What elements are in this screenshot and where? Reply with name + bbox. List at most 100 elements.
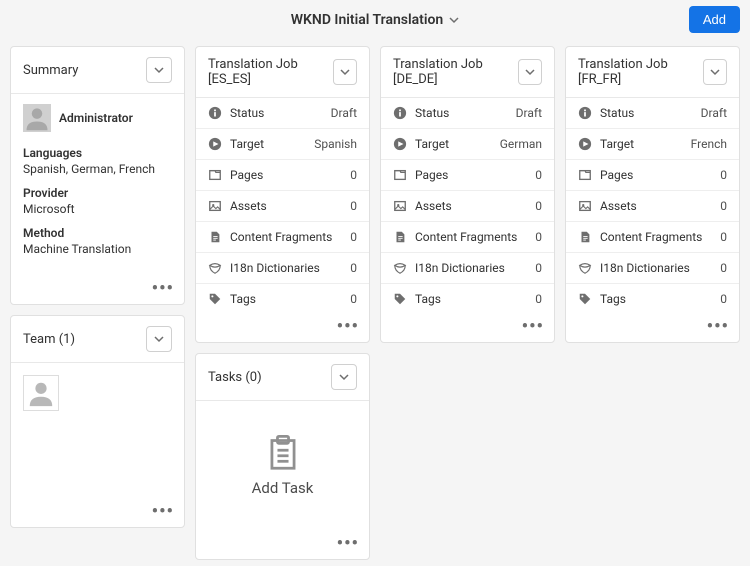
target-icon bbox=[393, 137, 407, 151]
job-collapse-toggle[interactable] bbox=[333, 59, 357, 85]
chevron-down-icon bbox=[710, 67, 720, 77]
tag-icon bbox=[578, 292, 592, 306]
job-row-label: Tags bbox=[230, 292, 256, 306]
chevron-down-icon bbox=[339, 372, 349, 382]
job-row-value: 0 bbox=[720, 199, 727, 213]
job-row: Content Fragments 0 bbox=[566, 222, 739, 253]
target-icon bbox=[578, 137, 592, 151]
job-title: Translation Job [DE_DE] bbox=[393, 57, 518, 87]
job-collapse-toggle[interactable] bbox=[518, 59, 542, 85]
add-task-action[interactable]: Add Task bbox=[196, 401, 369, 531]
cf-icon bbox=[578, 230, 592, 244]
job-row-value: Draft bbox=[701, 106, 727, 120]
summary-card: Summary Administrator Languages Spanish,… bbox=[10, 46, 185, 305]
chevron-down-icon bbox=[340, 67, 350, 77]
team-member-avatar[interactable] bbox=[23, 375, 59, 411]
job-title: Translation Job [FR_FR] bbox=[578, 57, 703, 87]
dict-icon bbox=[393, 261, 407, 275]
job-row-value: 0 bbox=[535, 199, 542, 213]
cf-icon bbox=[208, 230, 222, 244]
job-row-label: Assets bbox=[600, 199, 637, 213]
translation-job-card-es: Translation Job [ES_ES] StatusDraftTarge… bbox=[195, 46, 370, 343]
job-row: Assets 0 bbox=[566, 191, 739, 222]
job-row: Pages0 bbox=[566, 160, 739, 191]
job-row-value: Draft bbox=[516, 106, 542, 120]
tasks-card: Tasks (0) Add Task ••• bbox=[195, 353, 370, 560]
job-row-label: Assets bbox=[230, 199, 267, 213]
job-row-value: 0 bbox=[720, 292, 727, 306]
add-button[interactable]: Add bbox=[689, 6, 740, 33]
job-row: Pages 0 bbox=[196, 160, 369, 191]
job-row-label: I18n Dictionaries bbox=[230, 261, 320, 275]
job-row: Tags 0 bbox=[196, 284, 369, 314]
target-icon bbox=[208, 137, 222, 151]
pages-icon bbox=[578, 168, 592, 182]
job-row: Pages 0 bbox=[381, 160, 554, 191]
job-row: Content Fragments0 bbox=[381, 222, 554, 253]
job-row-label: Status bbox=[230, 106, 264, 120]
job-row-label: Pages bbox=[415, 168, 448, 182]
job-collapse-toggle[interactable] bbox=[703, 59, 727, 85]
tag-icon bbox=[208, 292, 222, 306]
team-card: Team (1) ••• bbox=[10, 315, 185, 528]
job-row: Status Draft bbox=[566, 98, 739, 129]
job-row-label: Tags bbox=[600, 292, 626, 306]
job-row-value: 0 bbox=[350, 292, 357, 306]
job-title: Translation Job [ES_ES] bbox=[208, 57, 333, 87]
add-task-label: Add Task bbox=[252, 479, 314, 497]
team-collapse-toggle[interactable] bbox=[146, 326, 172, 352]
method-value: Machine Translation bbox=[23, 242, 172, 256]
job-row-value: 0 bbox=[350, 230, 357, 244]
assets-icon bbox=[578, 199, 592, 213]
avatar bbox=[23, 104, 51, 132]
job-more-menu[interactable]: ••• bbox=[522, 320, 544, 334]
job-row-value: 0 bbox=[350, 168, 357, 182]
pages-icon bbox=[393, 168, 407, 182]
job-row-label: Tags bbox=[415, 292, 441, 306]
job-row-label: Content Fragments bbox=[600, 230, 702, 244]
job-row-label: Target bbox=[230, 137, 264, 151]
tasks-more-menu[interactable]: ••• bbox=[337, 537, 359, 551]
job-row: Assets0 bbox=[381, 191, 554, 222]
summary-collapse-toggle[interactable] bbox=[146, 57, 172, 83]
project-title: WKND Initial Translation bbox=[291, 12, 444, 28]
languages-value: Spanish, German, French bbox=[23, 162, 172, 176]
dict-icon bbox=[578, 261, 592, 275]
languages-label: Languages bbox=[23, 146, 172, 160]
job-row: Tags 0 bbox=[566, 284, 739, 314]
job-row-value: 0 bbox=[350, 199, 357, 213]
job-row-label: Target bbox=[415, 137, 449, 151]
job-more-menu[interactable]: ••• bbox=[707, 320, 729, 334]
chevron-down-icon bbox=[525, 67, 535, 77]
tasks-title: Tasks (0) bbox=[208, 370, 262, 385]
summary-more-menu[interactable]: ••• bbox=[152, 282, 174, 296]
job-row-label: Content Fragments bbox=[230, 230, 332, 244]
tag-icon bbox=[393, 292, 407, 306]
summary-title: Summary bbox=[23, 63, 78, 78]
job-row-value: 0 bbox=[535, 168, 542, 182]
job-row-value: German bbox=[500, 137, 542, 151]
job-row-label: Status bbox=[415, 106, 449, 120]
cf-icon bbox=[393, 230, 407, 244]
job-more-menu[interactable]: ••• bbox=[337, 320, 359, 334]
job-row-value: 0 bbox=[720, 230, 727, 244]
job-row: Content Fragments 0 bbox=[196, 222, 369, 253]
job-row: Tags0 bbox=[381, 284, 554, 314]
info-icon bbox=[578, 106, 592, 120]
job-row: Assets 0 bbox=[196, 191, 369, 222]
job-row-value: 0 bbox=[720, 168, 727, 182]
job-row: TargetFrench bbox=[566, 129, 739, 160]
job-row-label: Target bbox=[600, 137, 634, 151]
chevron-down-icon bbox=[154, 65, 164, 75]
tasks-collapse-toggle[interactable] bbox=[331, 364, 357, 390]
job-row-label: Pages bbox=[230, 168, 263, 182]
provider-label: Provider bbox=[23, 186, 172, 200]
dict-icon bbox=[208, 261, 222, 275]
job-row-label: Status bbox=[600, 106, 634, 120]
assets-icon bbox=[208, 199, 222, 213]
project-title-dropdown[interactable]: WKND Initial Translation bbox=[291, 12, 460, 28]
job-row: TargetSpanish bbox=[196, 129, 369, 160]
method-label: Method bbox=[23, 226, 172, 240]
team-more-menu[interactable]: ••• bbox=[152, 505, 174, 519]
job-row-label: Content Fragments bbox=[415, 230, 517, 244]
